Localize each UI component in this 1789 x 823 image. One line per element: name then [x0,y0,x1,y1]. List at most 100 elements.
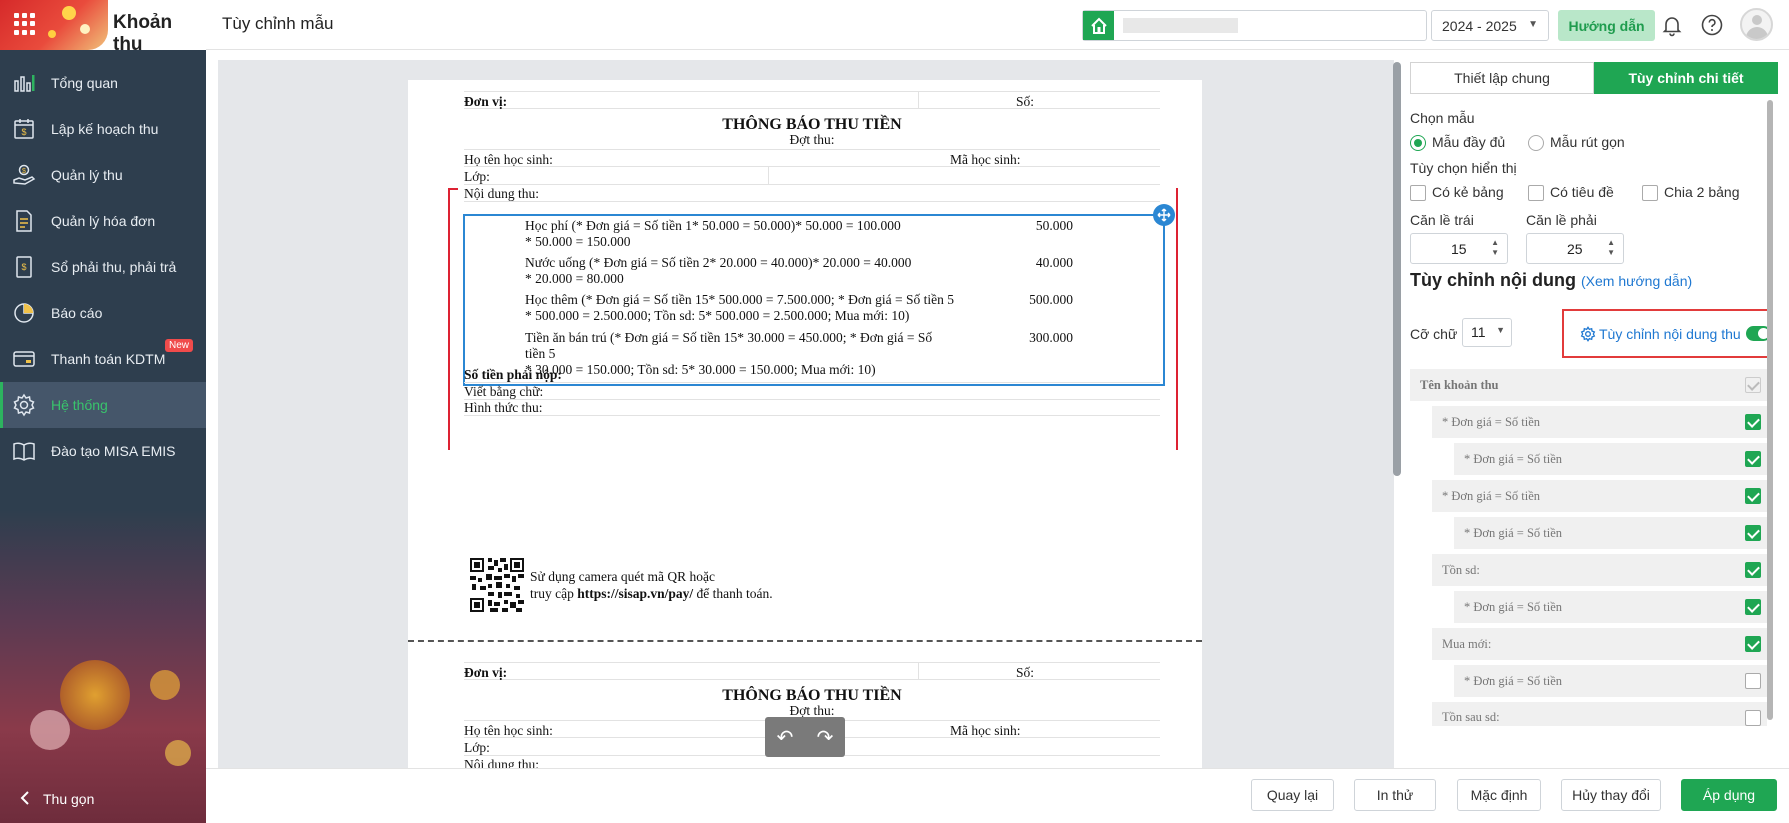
tree-row: * Đơn giá = Số tiền [1454,443,1767,475]
school-year-value: 2024 - 2025 [1442,18,1517,34]
table-border-checkbox[interactable] [1410,185,1426,201]
sidebar-item-label: Báo cáo [51,305,103,321]
unit-row: Đơn vị: Số: [464,662,1160,680]
tree-checkbox[interactable] [1745,488,1761,504]
redo-icon[interactable]: ↷ [817,725,834,750]
template-short-radio[interactable] [1528,135,1544,151]
split-table-label[interactable]: Chia 2 bảng [1664,184,1740,200]
help-button[interactable]: Hướng dẫn [1558,10,1655,41]
top-bar: Khoản thu Tùy chỉnh mẫu 2024 - 2025 ▼ Hư… [0,0,1789,55]
book-icon [13,442,35,461]
collapse-sidebar-button[interactable]: Thu gọn [0,775,206,823]
fee-amount: 50.000 [1035,218,1073,233]
title-checkbox[interactable] [1528,185,1544,201]
font-size-select[interactable]: 11 ▼ [1462,318,1512,347]
sidebar-item-plan[interactable]: $ Lập kế hoạch thu [0,106,206,152]
font-size-label: Cỡ chữ [1410,326,1458,342]
help-circle-icon[interactable] [1700,13,1724,37]
custom-content-label[interactable]: Tùy chỉnh nội dung thu [1599,326,1741,342]
sidebar-item-ledger[interactable]: $ Sổ phải thu, phải trả [0,244,206,290]
stepper-arrows-icon[interactable]: ▲ ▼ [1607,238,1615,258]
qr-line-1: Sử dụng camera quét mã QR hoặc [530,569,716,584]
content-row: Nội dung thu: [464,755,1160,769]
bell-icon[interactable] [1660,13,1684,37]
chevron-left-icon [20,791,29,805]
sidebar-item-label: Quản lý thu [51,167,123,183]
app-grid-icon[interactable] [14,13,36,35]
action-bar: Quay lại In thử Mặc định Hủy thay đổi Áp… [206,768,1789,823]
chevron-down-icon: ▼ [1496,325,1505,335]
panel-scrollbar[interactable] [1767,100,1773,720]
tree-checkbox[interactable] [1745,673,1761,689]
tree-checkbox[interactable] [1745,414,1761,430]
print-test-button[interactable]: In thử [1354,779,1436,811]
hand-money-icon: $ [13,164,36,185]
svg-text:$: $ [21,127,26,137]
sidebar-item-training[interactable]: Đào tạo MISA EMIS [0,428,206,474]
school-home-icon [1083,11,1114,40]
sidebar-item-invoices[interactable]: Quản lý hóa đơn [0,198,206,244]
margin-left-value: 15 [1451,241,1467,257]
margin-right-stepper[interactable]: 25 ▲ ▼ [1526,233,1624,264]
move-icon[interactable] [1153,204,1175,226]
document-page: Đơn vị: Số: THÔNG BÁO THU TIỀN Đợt thu: … [408,80,1202,769]
sidebar-item-cashless[interactable]: Thanh toán KDTM New [0,336,206,382]
preview-scrollbar[interactable] [1393,62,1401,476]
guide-link[interactable]: (Xem hướng dẫn) [1581,273,1692,289]
tree-checkbox[interactable] [1745,636,1761,652]
calendar-money-icon: $ [14,119,34,139]
school-year-select[interactable]: 2024 - 2025 ▼ [1431,10,1549,41]
margin-left-stepper[interactable]: 15 ▲ ▼ [1410,233,1508,264]
tree-checkbox[interactable] [1745,562,1761,578]
template-full-radio[interactable] [1410,135,1426,151]
chevron-down-icon: ▼ [1528,19,1538,30]
method-label: Hình thức thu: [464,400,543,415]
fee-amount: 300.000 [1029,330,1073,345]
user-avatar[interactable] [1740,8,1773,41]
tree-checkbox[interactable] [1745,525,1761,541]
tree-row: * Đơn giá = Số tiền [1454,591,1767,623]
undo-icon[interactable]: ↶ [777,725,794,750]
tab-detail[interactable]: Tùy chỉnh chi tiết [1594,62,1778,94]
title-option-label[interactable]: Có tiêu đề [1550,184,1614,200]
page-separator [408,640,1202,642]
sidebar-item-reports[interactable]: Báo cáo [0,290,206,336]
school-name-redacted [1123,18,1238,33]
template-full-label[interactable]: Mẫu đầy đủ [1432,134,1505,150]
table-border-label[interactable]: Có kẻ bảng [1432,184,1504,200]
tree-checkbox[interactable] [1745,451,1761,467]
method-row: Hình thức thu: [464,398,1160,416]
template-short-label[interactable]: Mẫu rút gọn [1550,134,1625,150]
fee-item: Nước uống (* Đơn giá = Số tiền 2* 20.000… [525,255,912,286]
school-selector[interactable] [1082,10,1427,41]
settings-tabs: Thiết lập chung Tùy chỉnh chi tiết [1410,62,1778,94]
tree-row: Tồn sd: [1432,554,1767,586]
student-name-label: Họ tên học sinh: [464,152,553,167]
choose-template-label: Chọn mẫu [1410,110,1475,126]
invoice-icon [16,210,32,232]
stepper-arrows-icon[interactable]: ▲ ▼ [1491,238,1499,258]
default-button[interactable]: Mặc định [1457,779,1541,811]
undo-redo-bar: ↶ ↷ [765,717,845,757]
tab-general[interactable]: Thiết lập chung [1410,62,1594,94]
tree-checkbox[interactable] [1745,599,1761,615]
sidebar-item-label: Lập kế hoạch thu [51,121,159,137]
sidebar-item-collect[interactable]: $ Quản lý thu [0,152,206,198]
content-custom-title: Tùy chỉnh nội dung (Xem hướng dẫn) [1410,270,1693,290]
split-table-checkbox[interactable] [1642,185,1658,201]
tree-row: * Đơn giá = Số tiền [1432,480,1767,512]
gear-icon [1580,325,1596,342]
tree-row: * Đơn giá = Số tiền [1432,406,1767,438]
tree-checkbox[interactable] [1745,710,1761,726]
pie-chart-icon [14,303,34,323]
sidebar-item-system[interactable]: Hệ thống [0,382,206,428]
cancel-changes-button[interactable]: Hủy thay đổi [1561,779,1661,811]
unit-label: Đơn vị: [464,94,508,109]
svg-text:$: $ [22,168,26,175]
sidebar-item-overview[interactable]: Tổng quan [0,60,206,106]
sidebar-item-label: Hệ thống [51,397,108,413]
back-button[interactable]: Quay lại [1251,779,1334,811]
chart-bars-icon [14,75,35,92]
page-title: Tùy chỉnh mẫu [222,14,334,33]
apply-button[interactable]: Áp dụng [1681,779,1777,811]
